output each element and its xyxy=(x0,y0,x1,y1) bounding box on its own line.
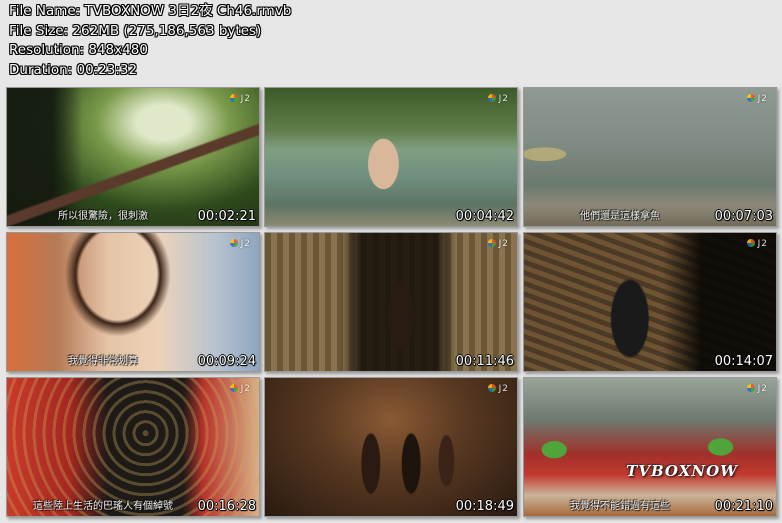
tvb-dot-icon xyxy=(746,239,755,247)
timestamp: 00:07:03 xyxy=(714,209,773,224)
tvboxnow-watermark: TVBOXNOW xyxy=(626,462,738,480)
tvb-dot-icon xyxy=(229,94,238,102)
thumbnail-9[interactable]: J2 TVBOXNOW 我覺得不能錯過有這些 00:21:10 xyxy=(523,377,777,517)
person-figure xyxy=(265,233,517,371)
subtitle: 他們還是這樣拿魚 xyxy=(580,211,660,222)
walkway-rail xyxy=(7,88,259,226)
subtitle: 這些陸上生活的巴瑤人有個綽號 xyxy=(33,501,173,512)
timestamp: 00:04:42 xyxy=(455,209,514,224)
green-chairs xyxy=(524,378,776,516)
timestamp: 00:11:46 xyxy=(455,354,514,369)
channel-logo: J2 xyxy=(746,384,768,394)
timestamp: 00:18:49 xyxy=(455,499,514,514)
resolution: Resolution: 848x480 xyxy=(9,42,148,59)
channel-logo: J2 xyxy=(229,239,251,249)
thumbnail-5[interactable]: J2 00:11:46 xyxy=(264,232,518,372)
file-size: File Size: 262MB (275,186,563 bytes) xyxy=(9,22,262,39)
timestamp: 00:16:28 xyxy=(197,499,256,514)
person-figure xyxy=(265,88,517,226)
channel-logo: J2 xyxy=(746,94,768,104)
channel-logo: J2 xyxy=(487,94,509,104)
duration: Duration: 00:23:32 xyxy=(9,61,138,78)
dancers xyxy=(265,378,517,516)
tvb-dot-icon xyxy=(487,239,496,247)
tvb-dot-icon xyxy=(487,384,496,392)
subtitle: 我覺得不能錯過有這些 xyxy=(570,501,670,512)
person-figure xyxy=(524,233,776,371)
thumbnail-7[interactable]: J2 這些陸上生活的巴瑤人有個綽號 00:16:28 xyxy=(6,377,260,517)
thumbnail-8[interactable]: J2 00:18:49 xyxy=(264,377,518,517)
timestamp: 00:09:24 xyxy=(197,354,256,369)
fish-shape xyxy=(524,88,776,226)
beadwork-pattern xyxy=(7,378,259,516)
thumbnail-6[interactable]: J2 00:14:07 xyxy=(523,232,777,372)
file-info-header: File Name: TVBOXNOW 3日2夜 Ch46.rmvb File … xyxy=(9,2,291,80)
subtitle: 我覺得非常划算 xyxy=(68,356,138,367)
subtitle: 所以很驚險，很刺激 xyxy=(58,211,148,222)
file-name: File Name: TVBOXNOW 3日2夜 Ch46.rmvb xyxy=(9,3,292,19)
tvb-dot-icon xyxy=(229,384,238,392)
channel-logo: J2 xyxy=(487,239,509,249)
tvb-dot-icon xyxy=(487,94,496,102)
thumbnail-2[interactable]: J2 00:04:42 xyxy=(264,87,518,227)
channel-logo: J2 xyxy=(746,239,768,249)
hair-shape xyxy=(7,233,259,371)
thumbnail-1[interactable]: J2 所以很驚險，很刺激 00:02:21 xyxy=(6,87,260,227)
channel-logo: J2 xyxy=(229,384,251,394)
channel-logo: J2 xyxy=(487,384,509,394)
tvb-dot-icon xyxy=(229,239,238,247)
channel-logo: J2 xyxy=(229,94,251,104)
thumbnail-4[interactable]: J2 我覺得非常划算 00:09:24 xyxy=(6,232,260,372)
timestamp: 00:02:21 xyxy=(197,209,256,224)
timestamp: 00:21:10 xyxy=(714,499,773,514)
tvb-dot-icon xyxy=(746,94,755,102)
tvb-dot-icon xyxy=(746,384,755,392)
thumbnail-3[interactable]: J2 他們還是這樣拿魚 00:07:03 xyxy=(523,87,777,227)
timestamp: 00:14:07 xyxy=(714,354,773,369)
